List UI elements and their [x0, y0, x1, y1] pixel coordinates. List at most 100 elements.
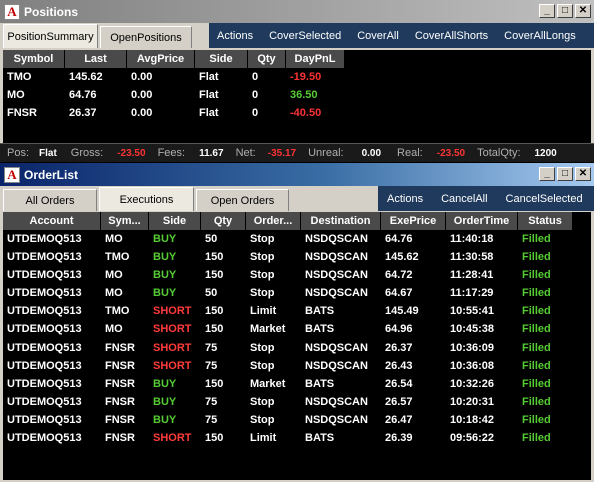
- account-cell: UTDEMOQ513: [7, 251, 82, 264]
- status-cell: Filled: [522, 251, 551, 264]
- last-cell: 26.37: [69, 107, 97, 120]
- order-row[interactable]: UTDEMOQ513 MO SHORT 150 Market BATS 64.96 10:45…: [3, 320, 591, 338]
- order-row[interactable]: UTDEMOQ513 FNSR BUY 75 Stop NSDQSCAN 26.47 10:1…: [3, 411, 591, 429]
- exeprice-cell: 26.54: [385, 377, 413, 390]
- actions-menu[interactable]: Actions: [209, 30, 261, 42]
- col-qty-header[interactable]: Qty: [248, 50, 286, 68]
- positions-grid: Symbol Last AvgPrice Side Qty DayPnL TMO…: [3, 50, 591, 143]
- ordertype-cell: Stop: [250, 359, 275, 372]
- status-cell: Filled: [522, 305, 551, 318]
- position-row[interactable]: TMO 145.62 0.00 Flat 0 -19.50: [3, 68, 591, 86]
- cancel-selected-button[interactable]: CancelSelected: [497, 193, 592, 205]
- ordertime-cell: 10:45:38: [450, 323, 495, 336]
- col-side-header[interactable]: Side: [195, 50, 248, 68]
- tab-all-orders[interactable]: All Orders: [3, 189, 97, 211]
- col-status-header[interactable]: Status: [518, 212, 573, 230]
- col-symbol-header[interactable]: Sym...: [101, 212, 149, 230]
- destination-cell: NSDQSCAN: [305, 395, 368, 408]
- cover-all-shorts-button[interactable]: CoverAllShorts: [407, 30, 496, 42]
- destination-cell: BATS: [305, 305, 335, 318]
- col-account-header[interactable]: Account: [3, 212, 101, 230]
- col-exeprice-header[interactable]: ExePrice: [381, 212, 446, 230]
- ordertype-cell: Stop: [250, 287, 275, 300]
- symbol-cell: FNSR: [105, 377, 135, 390]
- tab-executions[interactable]: Executions: [99, 187, 194, 211]
- col-ordertype-header[interactable]: Order...: [246, 212, 301, 230]
- ordertime-cell: 11:28:41: [450, 269, 494, 282]
- tab-position-summary[interactable]: PositionSummary: [3, 24, 98, 48]
- status-cell: Filled: [522, 233, 551, 245]
- position-row[interactable]: MO 64.76 0.00 Flat 0 36.50: [3, 86, 591, 104]
- net-value: -35.17: [267, 147, 297, 159]
- ordertime-cell: 10:20:31: [450, 395, 495, 408]
- order-row[interactable]: UTDEMOQ513 MO BUY 150 Stop NSDQSCAN 64.72 11:28…: [3, 266, 591, 284]
- order-row[interactable]: UTDEMOQ513 FNSR SHORT 150 Limit BATS 26.39 09:5…: [3, 429, 591, 447]
- symbol-cell: FNSR: [105, 359, 135, 372]
- symbol-cell: MO: [105, 323, 123, 336]
- orderlist-titlebar[interactable]: A OrderList _ □ ✕: [0, 163, 594, 186]
- gross-label: Gross:: [70, 147, 104, 159]
- ordertime-cell: 10:18:42: [450, 413, 495, 426]
- ordertype-cell: Stop: [250, 269, 275, 282]
- col-last-header[interactable]: Last: [65, 50, 127, 68]
- side-cell: BUY: [153, 269, 177, 282]
- cancel-all-button[interactable]: CancelAll: [432, 193, 496, 205]
- order-row[interactable]: UTDEMOQ513 FNSR SHORT 75 Stop NSDQSCAN 26.43 10…: [3, 357, 591, 375]
- qty-cell: 150: [205, 323, 224, 336]
- close-icon[interactable]: ✕: [575, 4, 591, 18]
- col-ordertime-header[interactable]: OrderTime: [446, 212, 518, 230]
- side-cell: Flat: [199, 71, 219, 83]
- position-row[interactable]: FNSR 26.37 0.00 Flat 0 -40.50: [3, 104, 591, 122]
- actions-menu[interactable]: Actions: [378, 193, 432, 205]
- exeprice-cell: 145.49: [385, 305, 419, 318]
- exeprice-cell: 145.62: [385, 251, 419, 264]
- symbol-cell: MO: [105, 269, 123, 282]
- qty-cell: 75: [205, 413, 218, 426]
- account-cell: UTDEMOQ513: [7, 377, 82, 390]
- minimize-icon[interactable]: _: [539, 4, 555, 18]
- col-qty-header[interactable]: Qty: [201, 212, 246, 230]
- order-row[interactable]: UTDEMOQ513 FNSR BUY 75 Stop NSDQSCAN 26.57 10:2…: [3, 393, 591, 411]
- positions-statusbar: Pos: Flat Gross: -23.50 Fees: 11.67 Net:…: [0, 143, 594, 162]
- col-daypnl-header[interactable]: DayPnL: [286, 50, 345, 68]
- qty-cell: 75: [205, 395, 218, 408]
- tab-open-positions[interactable]: OpenPositions: [100, 26, 192, 48]
- order-row[interactable]: UTDEMOQ513 TMO BUY 150 Stop NSDQSCAN 145.62 11:…: [3, 248, 591, 266]
- order-row[interactable]: UTDEMOQ513 MO BUY 50 Stop NSDQSCAN 64.67 11:17:…: [3, 284, 591, 302]
- close-icon[interactable]: ✕: [575, 167, 591, 181]
- maximize-icon[interactable]: □: [557, 167, 573, 181]
- net-label: Net:: [235, 147, 256, 159]
- fees-value: 11.67: [199, 147, 224, 159]
- destination-cell: NSDQSCAN: [305, 359, 368, 372]
- exeprice-cell: 64.67: [385, 287, 413, 300]
- symbol-cell: TMO: [105, 251, 130, 264]
- tab-open-orders[interactable]: Open Orders: [196, 189, 289, 211]
- col-side-header[interactable]: Side: [149, 212, 201, 230]
- minimize-icon[interactable]: _: [539, 167, 555, 181]
- order-row[interactable]: UTDEMOQ513 TMO SHORT 150 Limit BATS 145.49 10:5…: [3, 302, 591, 320]
- daypnl-cell: 36.50: [290, 89, 318, 102]
- cover-all-longs-button[interactable]: CoverAllLongs: [496, 30, 584, 42]
- positions-titlebar[interactable]: A Positions _ □ ✕: [0, 0, 594, 23]
- cover-all-button[interactable]: CoverAll: [349, 30, 407, 42]
- ordertime-cell: 10:32:26: [450, 377, 495, 390]
- order-row[interactable]: UTDEMOQ513 MO BUY 50 Stop NSDQSCAN 64.76 11:40:…: [3, 230, 591, 248]
- status-cell: Filled: [522, 359, 551, 372]
- avgprice-cell: 0.00: [131, 107, 153, 120]
- col-symbol-header[interactable]: Symbol: [3, 50, 65, 68]
- cover-selected-button[interactable]: CoverSelected: [261, 30, 349, 42]
- positions-body: TMO 145.62 0.00 Flat 0 -19.50 MO 64.76 0.00 Flat 0…: [3, 68, 591, 122]
- totalqty-value: 1200: [534, 147, 557, 159]
- ordertime-cell: 10:55:41: [450, 305, 495, 318]
- destination-cell: NSDQSCAN: [305, 413, 368, 426]
- ordertype-cell: Stop: [250, 413, 275, 426]
- maximize-icon[interactable]: □: [557, 4, 573, 18]
- order-row[interactable]: UTDEMOQ513 FNSR SHORT 75 Stop NSDQSCAN 26.37 10…: [3, 339, 591, 357]
- col-destination-header[interactable]: Destination: [301, 212, 381, 230]
- symbol-cell: TMO: [7, 71, 32, 83]
- col-avgprice-header[interactable]: AvgPrice: [127, 50, 195, 68]
- order-row[interactable]: UTDEMOQ513 FNSR BUY 150 Market BATS 26.54 10:32…: [3, 375, 591, 393]
- destination-cell: NSDQSCAN: [305, 341, 368, 354]
- app-logo-icon: A: [4, 3, 20, 20]
- daypnl-cell: -19.50: [290, 71, 322, 83]
